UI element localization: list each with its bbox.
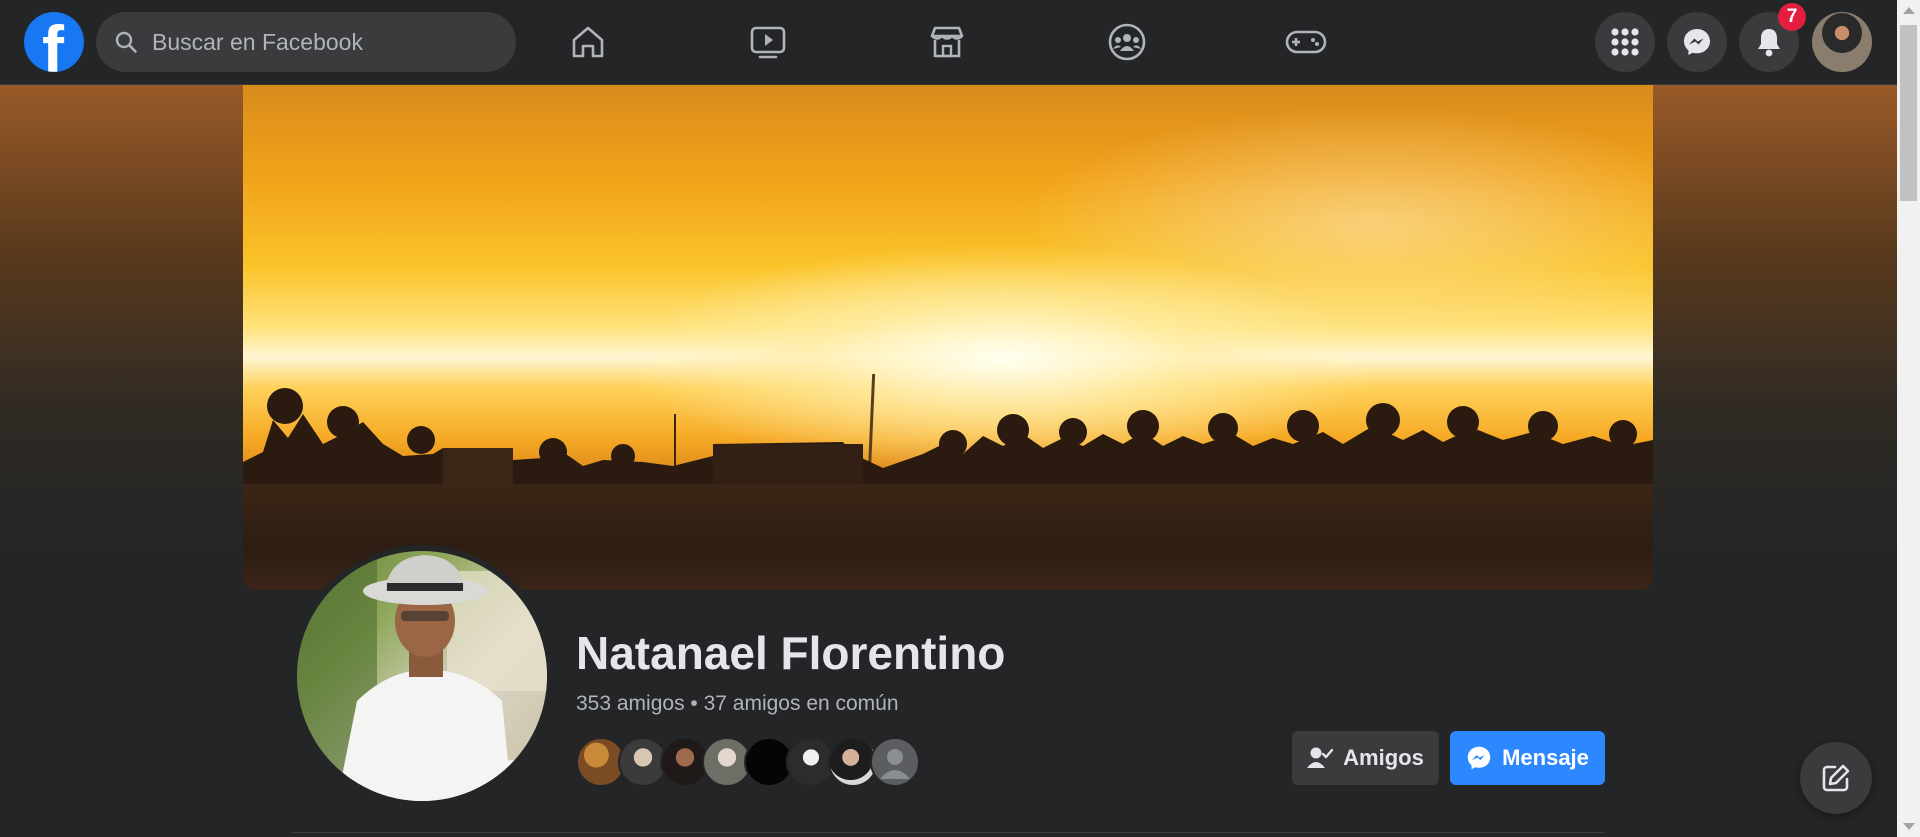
facebook-logo[interactable]: f — [24, 12, 84, 72]
bell-icon — [1758, 29, 1780, 57]
marketplace-icon — [930, 26, 964, 58]
facebook-logo-letter: f — [42, 12, 64, 72]
cover-photo[interactable] — [243, 84, 1653, 590]
scrollbar-thumb[interactable] — [1900, 25, 1917, 201]
scroll-down-arrow[interactable] — [1903, 823, 1915, 830]
compose-icon — [1822, 764, 1850, 792]
nav-watch[interactable] — [744, 18, 792, 66]
nav-marketplace[interactable] — [923, 18, 971, 66]
nav-groups[interactable] — [1103, 18, 1151, 66]
friend-avatar-placeholder[interactable] — [870, 737, 920, 787]
top-navigation-bar: f Buscar en Facebook 7 — [0, 0, 1897, 85]
account-avatar[interactable] — [1812, 12, 1872, 72]
nav-home[interactable] — [564, 18, 612, 66]
menu-button[interactable] — [1595, 12, 1655, 72]
section-divider — [291, 832, 1605, 833]
video-icon — [750, 26, 786, 59]
search-box[interactable] — [96, 12, 516, 72]
profile-avatar[interactable] — [297, 551, 547, 801]
groups-icon — [1108, 23, 1146, 61]
search-input[interactable] — [150, 27, 484, 57]
gaming-icon — [1285, 30, 1327, 54]
nav-gaming[interactable] — [1282, 18, 1330, 66]
search-icon — [115, 31, 137, 53]
default-person-icon — [880, 749, 910, 779]
friends-button[interactable]: Amigos — [1292, 731, 1439, 785]
new-message-button[interactable] — [1800, 742, 1872, 814]
friends-count[interactable]: 353 amigos • 37 amigos en común — [576, 692, 899, 716]
apps-grid-icon — [1611, 28, 1639, 56]
home-icon — [572, 26, 604, 58]
message-button[interactable]: Mensaje — [1450, 731, 1605, 785]
scroll-up-arrow[interactable] — [1903, 7, 1915, 14]
friend-check-icon — [1307, 747, 1334, 768]
messenger-icon — [1467, 746, 1491, 770]
notification-badge: 7 — [1778, 3, 1806, 31]
messenger-icon — [1684, 29, 1710, 55]
messenger-button[interactable] — [1667, 12, 1727, 72]
profile-name: Natanael Florentino — [576, 627, 1006, 679]
friends-button-label: Amigos — [1343, 745, 1424, 770]
profile-avatar-figure — [297, 551, 547, 801]
message-button-label: Mensaje — [1502, 745, 1589, 770]
